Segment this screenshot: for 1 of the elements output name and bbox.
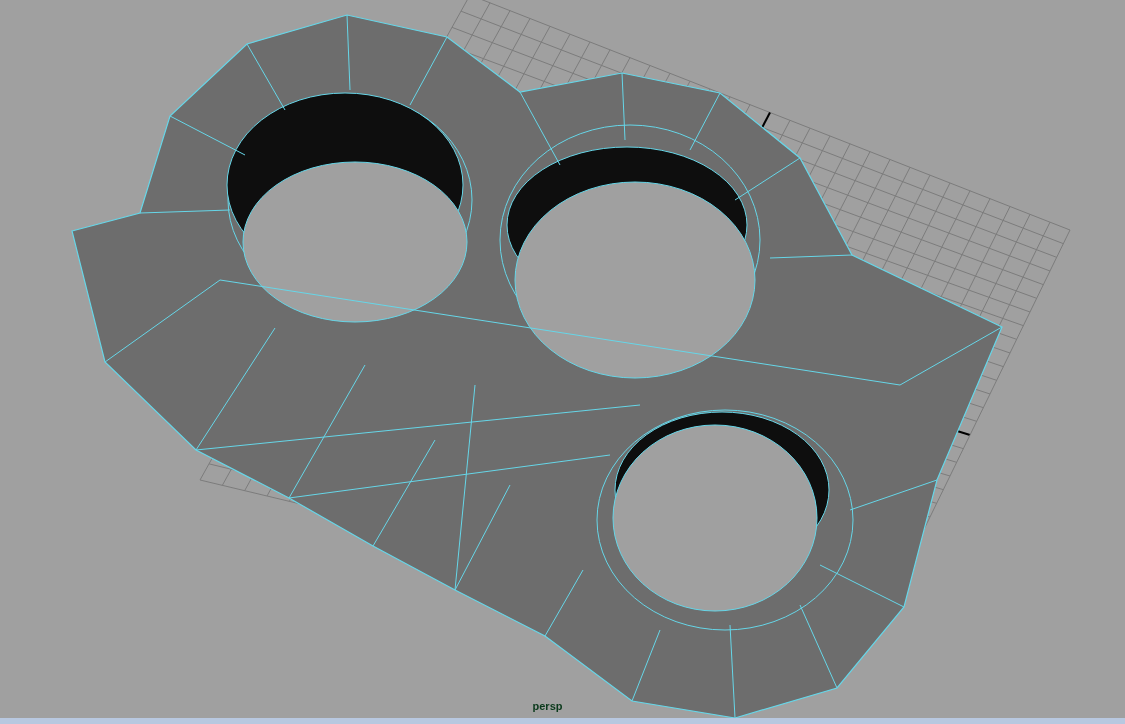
camera-label: persp [532, 699, 563, 714]
